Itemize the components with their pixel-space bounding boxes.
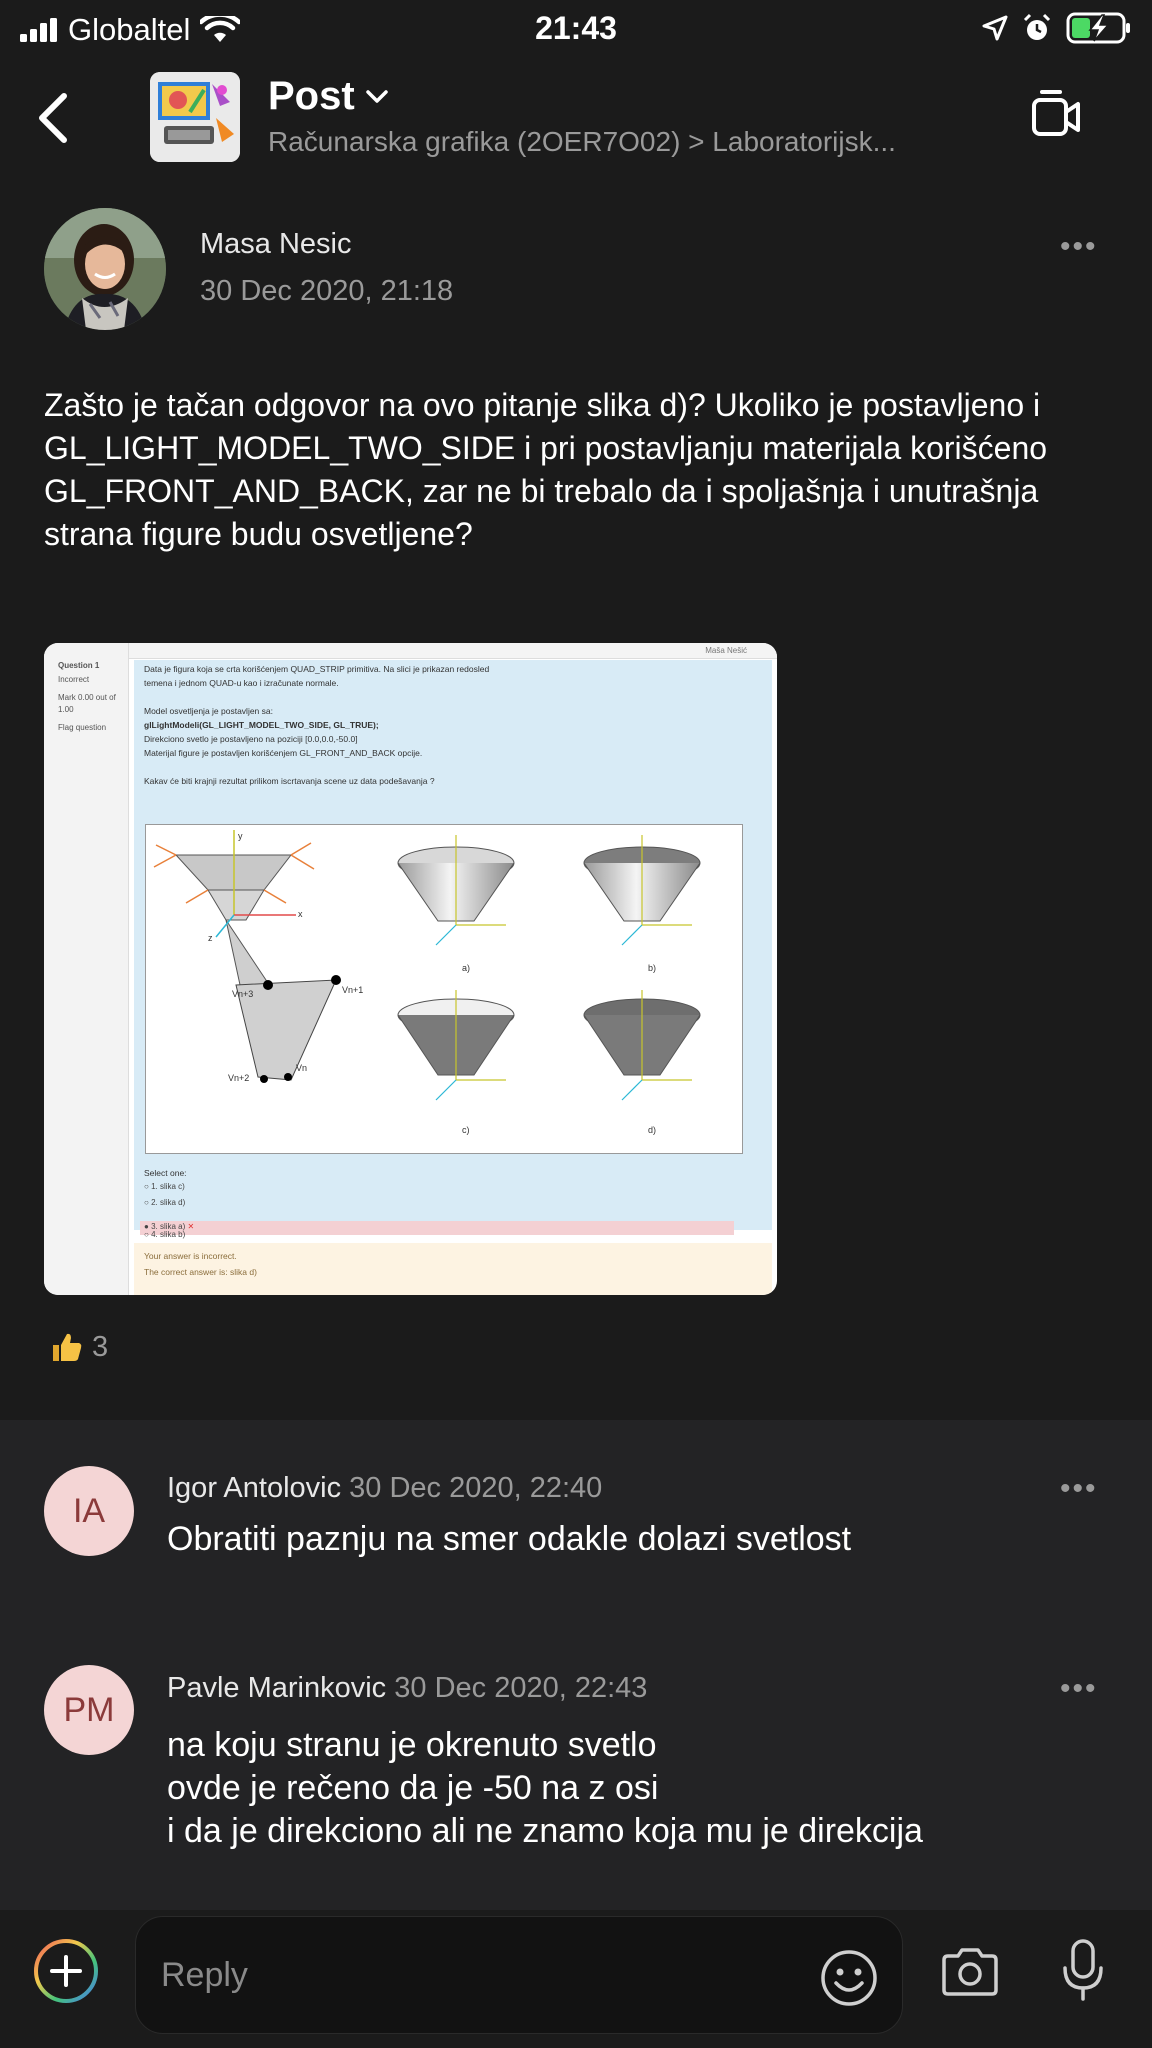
post: Masa Nesic 30 Dec 2020, 21:18 ••• Zašto …: [0, 178, 1152, 1420]
comment-more-button[interactable]: •••: [1060, 1672, 1098, 1706]
figure-axis-z: z: [208, 933, 213, 943]
figure-axis-x: x: [298, 909, 303, 919]
quiz-status: Incorrect: [58, 675, 90, 684]
reply-box[interactable]: [135, 1916, 903, 2034]
reply-input[interactable]: [161, 1947, 721, 2003]
figure-label-vn: Vn: [296, 1063, 308, 1073]
comment-text-line: i da je direkciono ali ne znamo koja mu …: [167, 1812, 923, 1850]
battery-charging-icon: [1066, 12, 1130, 44]
quiz-feedback: Your answer is incorrect. The correct an…: [134, 1243, 772, 1295]
location-icon: [982, 15, 1008, 41]
figure-label-b: b): [648, 963, 657, 973]
figure-label-vn1: Vn+1: [342, 985, 364, 995]
quiz-option-label: 4. slika b): [151, 1230, 186, 1239]
quiz-question: Data je figura koja se crta korišćenjem …: [134, 660, 772, 1235]
chevron-down-icon[interactable]: [365, 89, 389, 105]
comment-date: 30 Dec 2020, 22:43: [394, 1672, 648, 1704]
figure-label-c: c): [462, 1125, 470, 1135]
breadcrumb[interactable]: Računarska grafika (2OER7O02) > Laborato…: [268, 126, 998, 158]
avatar[interactable]: IA: [44, 1466, 134, 1556]
quiz-text-line: Model osvetljenja je postavljen sa:: [144, 706, 273, 716]
comment-header: Igor Antolovic 30 Dec 2020, 22:40: [167, 1472, 602, 1505]
quiz-feedback-line: The correct answer is: slika d): [144, 1267, 257, 1277]
comment-text-line: na koju stranu je okrenuto svetlo: [167, 1726, 657, 1764]
author-avatar[interactable]: [44, 208, 166, 330]
camera-icon[interactable]: [940, 1946, 1000, 1998]
comment-more-button[interactable]: •••: [1060, 1472, 1098, 1506]
quiz-info-sidebar: Question 1 Incorrect Mark 0.00 out of 1.…: [44, 643, 129, 1295]
alarm-icon: [1023, 13, 1051, 40]
quiz-select-one: Select one:: [144, 1168, 187, 1178]
comment-text-line: ovde je rečeno da je -50 na z osi: [167, 1769, 659, 1807]
quiz-mark: Mark 0.00 out of: [58, 693, 116, 702]
quiz-figure: a) b) c) d) Vn Vn+1 Vn+2 Vn+3 y x z: [145, 824, 743, 1154]
figure-axis-y: y: [238, 831, 243, 841]
post-more-button[interactable]: •••: [1060, 230, 1098, 264]
post-header: Post Računarska grafika (2OER7O02) > Lab…: [0, 58, 1152, 178]
figure-label-a: a): [462, 963, 471, 973]
quiz-text-line: Kakav će biti krajnji rezultat prilikom …: [144, 776, 435, 786]
quiz-text-line: Materijal figure je postavljen korišćenj…: [144, 748, 423, 758]
figure-label-vn2: Vn+2: [228, 1073, 250, 1083]
class-thumbnail: [150, 72, 240, 162]
quiz-wrong-highlight: [140, 1221, 734, 1235]
quiz-mark-total: 1.00: [58, 705, 74, 714]
chevron-left-icon[interactable]: [30, 88, 80, 148]
quiz-text-line: Data je figura koja se crta korišćenjem …: [144, 664, 490, 674]
quiz-option: ○ 2. slika d): [144, 1198, 186, 1207]
quiz-topbar: Maša Nešić: [129, 643, 777, 659]
comment-author[interactable]: Pavle Marinkovic: [167, 1672, 386, 1704]
quiz-flag: Flag question: [58, 723, 107, 732]
quiz-option-label: 2. slika d): [151, 1198, 186, 1207]
microphone-icon[interactable]: [1060, 1938, 1106, 2002]
quiz-option: ○ 1. slika c): [144, 1182, 185, 1191]
comment-date: 30 Dec 2020, 22:40: [349, 1472, 603, 1504]
add-circle-icon[interactable]: [32, 1937, 100, 2005]
quiz-text-line: glLightModeli(GL_LIGHT_MODEL_TWO_SIDE, G…: [144, 720, 379, 730]
post-author[interactable]: Masa Nesic: [200, 228, 352, 261]
thumbs-up-icon: [53, 1333, 82, 1361]
video-call-icon[interactable]: [1030, 86, 1082, 146]
quiz-feedback-line: Your answer is incorrect.: [144, 1251, 237, 1261]
figure-label-vn3: Vn+3: [232, 989, 254, 999]
reaction-summary[interactable]: 3: [50, 1330, 108, 1364]
figure-label-d: d): [648, 1125, 657, 1135]
page-title[interactable]: Post: [268, 74, 355, 119]
quiz-text-line: temena i jednom QUAD-u kao i izračunate …: [144, 678, 339, 688]
post-body: Zašto je tačan odgovor na ovo pitanje sl…: [44, 387, 1048, 552]
quiz-text-line: Direkciono svetlo je postavljeno na pozi…: [144, 734, 358, 744]
comments-list: IA Igor Antolovic 30 Dec 2020, 22:40 •••…: [0, 1420, 1152, 1910]
comment-text: Obratiti paznju na smer odakle dolazi sv…: [167, 1520, 852, 1558]
comment-author[interactable]: Igor Antolovic: [167, 1472, 341, 1504]
quiz-option-label: 1. slika c): [151, 1182, 185, 1191]
reaction-count: 3: [92, 1330, 109, 1363]
status-bar: Globaltel 21:43: [0, 0, 1152, 58]
avatar[interactable]: PM: [44, 1665, 134, 1755]
reply-composer: [0, 1910, 1152, 2048]
status-right: [982, 12, 1132, 44]
post-date: 30 Dec 2020, 21:18: [200, 275, 454, 307]
quiz-option: ○ 4. slika b): [144, 1230, 186, 1239]
status-time: 21:43: [535, 10, 617, 46]
comment-header: Pavle Marinkovic 30 Dec 2020, 22:43: [167, 1672, 647, 1705]
post-attachment-image[interactable]: Question 1 Incorrect Mark 0.00 out of 1.…: [44, 643, 777, 1295]
quiz-question-number: Question 1: [58, 661, 100, 670]
quiz-user: Maša Nešić: [705, 646, 747, 655]
title-row[interactable]: Post: [268, 74, 389, 119]
emoji-icon[interactable]: [820, 1949, 878, 2007]
comment-text: na koju stranu je okrenuto svetlo ovde j…: [167, 1724, 923, 1853]
